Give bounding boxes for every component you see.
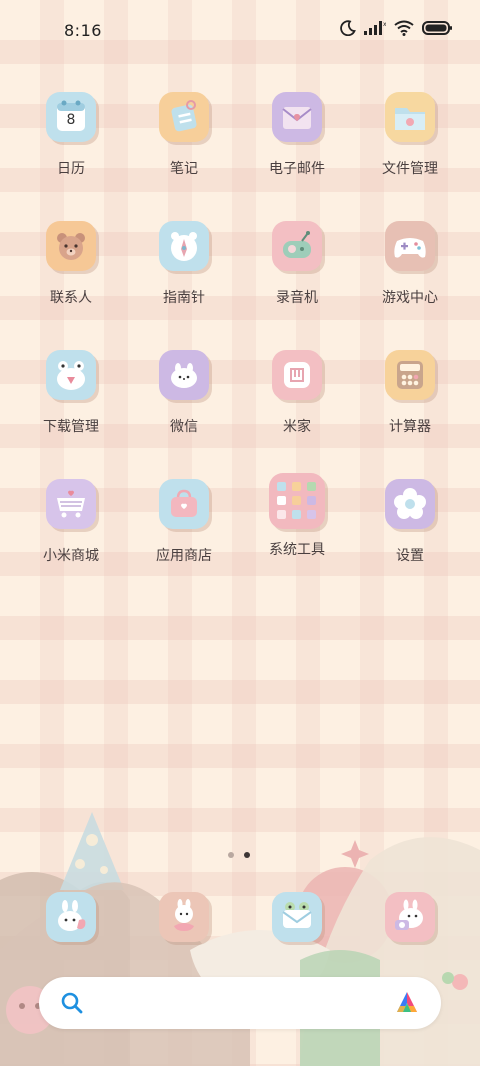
- search-icon: [61, 992, 83, 1014]
- cart-icon: [46, 479, 96, 529]
- compass-icon: [159, 221, 209, 271]
- moon-icon: [340, 20, 356, 36]
- app-label: 米家: [283, 419, 311, 435]
- app-settings[interactable]: 设置: [355, 479, 465, 579]
- app-label: 系统工具: [269, 542, 325, 558]
- app-calendar[interactable]: 8 日历: [16, 92, 126, 192]
- email-icon: [272, 92, 322, 142]
- app-label: 录音机: [276, 290, 318, 306]
- wifi-icon: [394, 20, 414, 36]
- app-label: 设置: [396, 548, 424, 564]
- page-dot-2[interactable]: [244, 852, 250, 858]
- bunny-camera-icon[interactable]: [385, 892, 435, 942]
- gamepad-icon: [385, 221, 435, 271]
- mijia-icon: [272, 350, 322, 400]
- app-recorder[interactable]: 录音机: [242, 221, 352, 321]
- dock: [0, 890, 480, 950]
- app-label: 微信: [170, 419, 198, 435]
- app-compass[interactable]: 指南针: [129, 221, 239, 321]
- settings-flower-icon: [385, 479, 435, 529]
- app-app-store[interactable]: 应用商店: [129, 479, 239, 579]
- page-indicator: [228, 852, 250, 858]
- app-label: 指南针: [163, 290, 205, 306]
- store-bag-icon: [159, 479, 209, 529]
- assistant-logo-icon[interactable]: [393, 989, 421, 1017]
- recorder-icon: [272, 221, 322, 271]
- download-frog-icon: [46, 350, 96, 400]
- bunny-contacts-icon[interactable]: [159, 892, 209, 942]
- folder-icon: [385, 92, 435, 142]
- app-label: 文件管理: [382, 161, 438, 177]
- status-bar: 8:16 x: [0, 0, 480, 62]
- calendar-date: 8: [66, 112, 76, 128]
- app-files[interactable]: 文件管理: [355, 92, 465, 192]
- search-bar[interactable]: [39, 977, 441, 1029]
- bunny-phone-icon[interactable]: [46, 892, 96, 942]
- wechat-icon: [159, 350, 209, 400]
- app-label: 游戏中心: [382, 290, 438, 306]
- app-mi-store[interactable]: 小米商城: [16, 479, 126, 579]
- svg-text:x: x: [383, 21, 386, 28]
- notes-icon: [159, 92, 209, 142]
- app-label: 小米商城: [43, 548, 99, 564]
- frog-message-icon[interactable]: [272, 892, 322, 942]
- signal-icon: x: [364, 21, 386, 35]
- app-label: 日历: [57, 161, 85, 177]
- app-wechat[interactable]: 微信: [129, 350, 239, 450]
- calculator-icon: [385, 350, 435, 400]
- app-label: 计算器: [389, 419, 431, 435]
- battery-icon: [422, 21, 452, 35]
- app-game-center[interactable]: 游戏中心: [355, 221, 465, 321]
- status-time: 8:16: [64, 21, 102, 40]
- calendar-icon: 8: [46, 92, 96, 142]
- app-label: 联系人: [50, 290, 92, 306]
- app-contacts[interactable]: 联系人: [16, 221, 126, 321]
- app-mijia[interactable]: 米家: [242, 350, 352, 450]
- app-calculator[interactable]: 计算器: [355, 350, 465, 450]
- app-email[interactable]: 电子邮件: [242, 92, 352, 192]
- status-icons: x: [340, 20, 452, 36]
- app-system-tools[interactable]: 系统工具: [242, 473, 352, 579]
- bear-icon: [46, 221, 96, 271]
- app-label: 电子邮件: [269, 161, 325, 177]
- page-dot-1[interactable]: [228, 852, 234, 858]
- app-label: 笔记: [170, 161, 198, 177]
- app-notes[interactable]: 笔记: [129, 92, 239, 192]
- folder-grid-icon: [269, 473, 325, 529]
- app-label: 下载管理: [43, 419, 99, 435]
- app-label: 应用商店: [156, 548, 212, 564]
- app-downloads[interactable]: 下载管理: [16, 350, 126, 450]
